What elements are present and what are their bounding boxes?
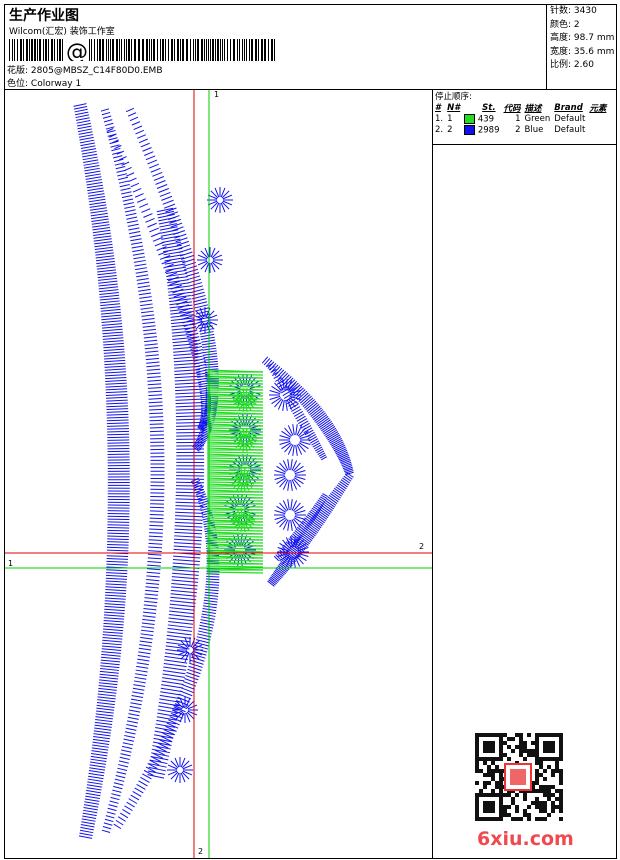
axis-label-red-right: 2	[419, 542, 425, 551]
barcode-icon: @	[9, 39, 275, 61]
qr-code-icon	[475, 733, 563, 821]
stat-stitches: 针数: 3430	[550, 6, 597, 16]
company-name: Wilcom(汇宏) 装饰工作室	[9, 27, 115, 37]
table-row: 2. 2 2989 2 Blue Default	[435, 124, 586, 135]
axis-label-green-top: 1	[214, 90, 220, 99]
design-stats: 针数: 3430 颜色: 2 高度: 98.7 mm 宽度: 35.6 mm 比…	[546, 5, 616, 89]
embroidery-design	[5, 90, 432, 858]
colorway: 色位: Colorway 1	[7, 79, 82, 89]
axis-label-green-left: 1	[8, 559, 14, 568]
production-sheet: 生产作业图 Wilcom(汇宏) 装饰工作室 @ 花版: 2805@MBSZ_C…	[4, 4, 617, 859]
watermark-logo: 6xiu.com	[477, 828, 574, 850]
stat-width: 宽度: 35.6 mm	[550, 46, 615, 57]
table-header-row: # N# St. 代码 描述 Brand 元素	[435, 103, 607, 114]
color-swatch	[464, 124, 476, 135]
color-swatch	[464, 114, 476, 124]
page-title: 生产作业图	[9, 8, 79, 24]
design-name: 花版: 2805@MBSZ_C14F80D0.EMB	[7, 66, 163, 76]
axis-label-red-bottom: 2	[198, 847, 204, 856]
stat-colors: 颜色: 2	[550, 19, 580, 30]
stop-sequence-panel: 停止顺序: # N# St. 代码 描述 Brand 元素 1. 1 439 1…	[433, 90, 616, 145]
stat-scale: 比例: 2.60	[550, 60, 594, 70]
stop-sequence-heading: 停止顺序:	[435, 92, 472, 102]
stat-height: 高度: 98.7 mm	[550, 33, 615, 43]
svg-text:@: @	[66, 40, 88, 61]
stop-sequence-table: # N# St. 代码 描述 Brand 元素 1. 1 439 1 Green…	[433, 102, 608, 135]
embroidery-preview: 1 2 1 2	[5, 90, 433, 858]
table-row: 1. 1 439 1 Green Default	[435, 114, 586, 125]
sheet-header: 生产作业图 Wilcom(汇宏) 装饰工作室 @ 花版: 2805@MBSZ_C…	[5, 5, 616, 90]
